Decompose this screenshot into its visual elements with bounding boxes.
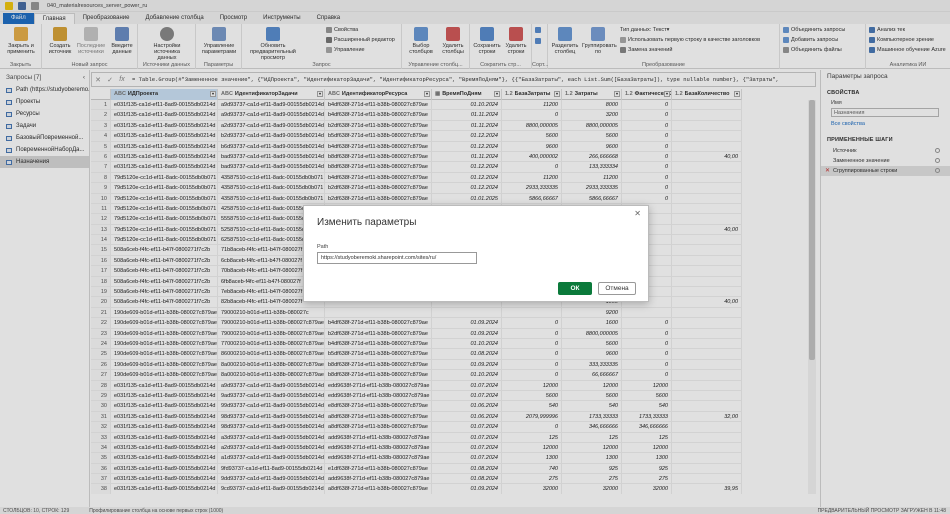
path-label: Path — [317, 244, 329, 250]
close-icon[interactable]: ✕ — [634, 209, 641, 218]
edit-parameters-dialog: Изменить параметры ✕ Path https://studyo… — [303, 205, 649, 302]
ok-button[interactable]: ОК — [558, 282, 592, 295]
cancel-button[interactable]: Отмена — [598, 282, 636, 295]
dialog-title: Изменить параметры — [317, 217, 417, 228]
path-input[interactable]: https://studyoberemoki.sharepoint.com/si… — [317, 252, 477, 264]
